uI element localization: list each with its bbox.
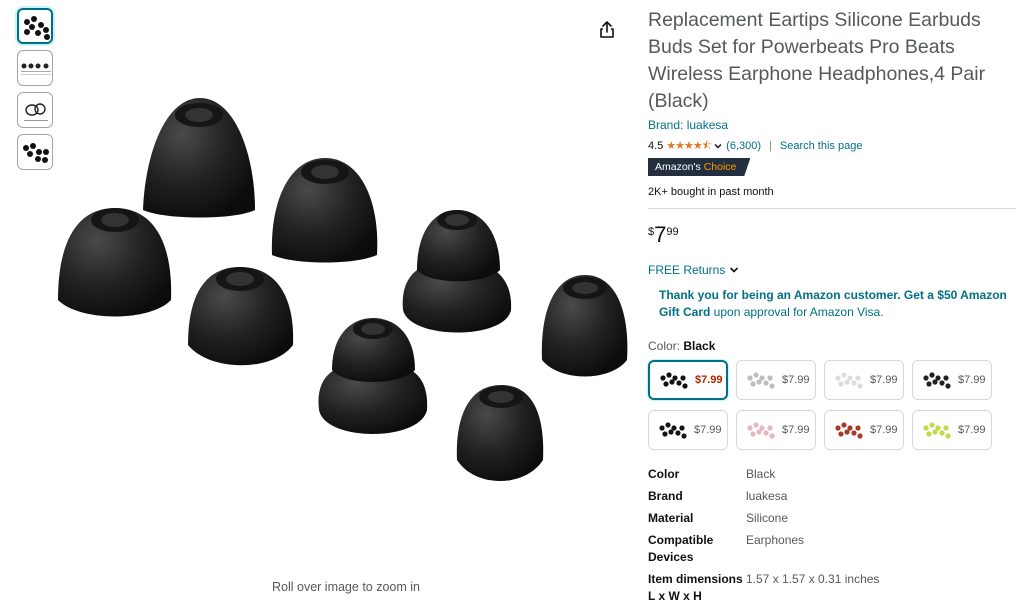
- swatch-eartips-image: [659, 422, 687, 439]
- color-swatch[interactable]: $7.99: [736, 410, 816, 450]
- swatch-eartips-image: [835, 422, 863, 439]
- spec-row: Compatible Devices Earphones: [648, 532, 1016, 566]
- color-swatch[interactable]: $7.99: [824, 410, 904, 450]
- share-icon[interactable]: [597, 20, 617, 40]
- eartip: [541, 275, 628, 377]
- chevron-down-icon[interactable]: [713, 141, 723, 151]
- thumbnail-4[interactable]: [17, 134, 53, 170]
- swatch-price: $7.99: [695, 374, 723, 386]
- swatch-price: $7.99: [870, 424, 898, 436]
- double-flange-eartip: [318, 318, 428, 434]
- price-whole: 7: [654, 222, 667, 247]
- color-swatch[interactable]: $7.99: [824, 360, 904, 400]
- swatch-eartips-image: [923, 372, 951, 389]
- product-title: Replacement Eartips Silicone Earbuds Bud…: [648, 9, 986, 112]
- spec-key: Material: [648, 511, 694, 525]
- spec-key: Item dimensions L x W x H: [648, 572, 743, 603]
- eartip: [271, 158, 378, 263]
- thumbnail-3[interactable]: [17, 92, 53, 128]
- price-fraction: 99: [666, 226, 679, 238]
- spec-value: Silicone: [746, 511, 789, 525]
- bought-in-past-month: 2K+ bought in past month: [648, 186, 1016, 209]
- spec-value: Black: [746, 467, 776, 481]
- product-details: Replacement Eartips Silicone Earbuds Bud…: [648, 0, 1016, 605]
- thumbnail-1[interactable]: [17, 8, 53, 44]
- swatch-eartips-image: [747, 372, 775, 389]
- eartips-alt-thumb-image: [23, 143, 49, 163]
- spec-value: Earphones: [746, 533, 805, 547]
- thumbnail-list: [17, 8, 55, 176]
- size-chart-thumb-image: [21, 63, 51, 75]
- eartip: [58, 208, 172, 317]
- swatch-eartips-image: [923, 422, 951, 439]
- eartip: [143, 98, 255, 218]
- swatch-eartips-image: [660, 372, 688, 389]
- color-label: Color: Black: [648, 339, 1016, 353]
- chevron-down-icon: [730, 267, 739, 273]
- spec-row: Color Black: [648, 466, 1016, 483]
- free-returns-label: FREE Returns: [648, 263, 726, 277]
- spec-row: Brand luakesa: [648, 488, 1016, 505]
- separator: |: [769, 140, 772, 152]
- search-this-page-link[interactable]: Search this page: [780, 140, 863, 152]
- swatch-price: $7.99: [958, 374, 986, 386]
- rating-row: 4.5 ★★★★⯪ (6,300) | Search this page: [648, 138, 1016, 154]
- eartip: [456, 385, 544, 481]
- zoom-hint: Roll over image to zoom in: [272, 580, 420, 594]
- double-flange-eartip: [402, 210, 512, 333]
- spec-value: luakesa: [746, 489, 788, 503]
- offer-text: upon approval for Amazon Visa.: [710, 305, 884, 319]
- eartip: [188, 267, 294, 366]
- color-swatch[interactable]: $7.99: [912, 410, 992, 450]
- color-label-prefix: Color:: [648, 339, 684, 353]
- rating-count-link[interactable]: (6,300): [726, 140, 761, 152]
- swatch-price: $7.99: [694, 424, 722, 436]
- color-swatch[interactable]: $7.99: [648, 360, 728, 400]
- spec-row: Item dimensions L x W x H 1.57 x 1.57 x 0…: [648, 571, 1016, 605]
- earphone-thumb-image: [24, 103, 48, 121]
- spec-key: Compatible Devices: [648, 533, 714, 564]
- gift-card-offer[interactable]: Thank you for being an Amazon customer. …: [659, 287, 1009, 321]
- main-product-image[interactable]: [55, 60, 635, 550]
- color-swatch-grid: $7.99 $7.99 $7.99 $7.99 $7.99 $7.99 $7.99 $7.99: [648, 360, 1016, 450]
- thumbnail-2[interactable]: [17, 50, 53, 86]
- spec-key: Brand: [648, 489, 683, 503]
- swatch-eartips-image: [747, 422, 775, 439]
- star-rating-icon[interactable]: ★★★★⯪: [666, 137, 712, 156]
- product-specs-table: Color Black Brand luakesa Material Silicone Co…: [648, 466, 1016, 605]
- badge-prefix: Amazon's: [655, 161, 701, 173]
- spec-row: Material Silicone: [648, 510, 1016, 527]
- brand-link[interactable]: Brand: luakesa: [648, 118, 728, 132]
- color-swatch[interactable]: $7.99: [736, 360, 816, 400]
- swatch-price: $7.99: [782, 424, 810, 436]
- eartips-thumb-image: [24, 16, 50, 40]
- badge-choice: Choice: [703, 161, 737, 173]
- rating-value: 4.5: [648, 140, 664, 152]
- swatch-price: $7.99: [782, 374, 810, 386]
- price: $ 7 99: [648, 223, 1016, 247]
- swatch-eartips-image: [835, 372, 863, 389]
- free-returns-link[interactable]: FREE Returns: [648, 263, 1016, 277]
- color-swatch[interactable]: $7.99: [648, 410, 728, 450]
- spec-value: 1.57 x 1.57 x 0.31 inches: [746, 572, 880, 586]
- amazons-choice-badge[interactable]: Amazon's Choice: [648, 158, 751, 176]
- color-selected-value: Black: [683, 339, 716, 353]
- spec-key: Color: [648, 467, 680, 481]
- swatch-price: $7.99: [870, 374, 898, 386]
- swatch-price: $7.99: [958, 424, 986, 436]
- color-swatch[interactable]: $7.99: [912, 360, 992, 400]
